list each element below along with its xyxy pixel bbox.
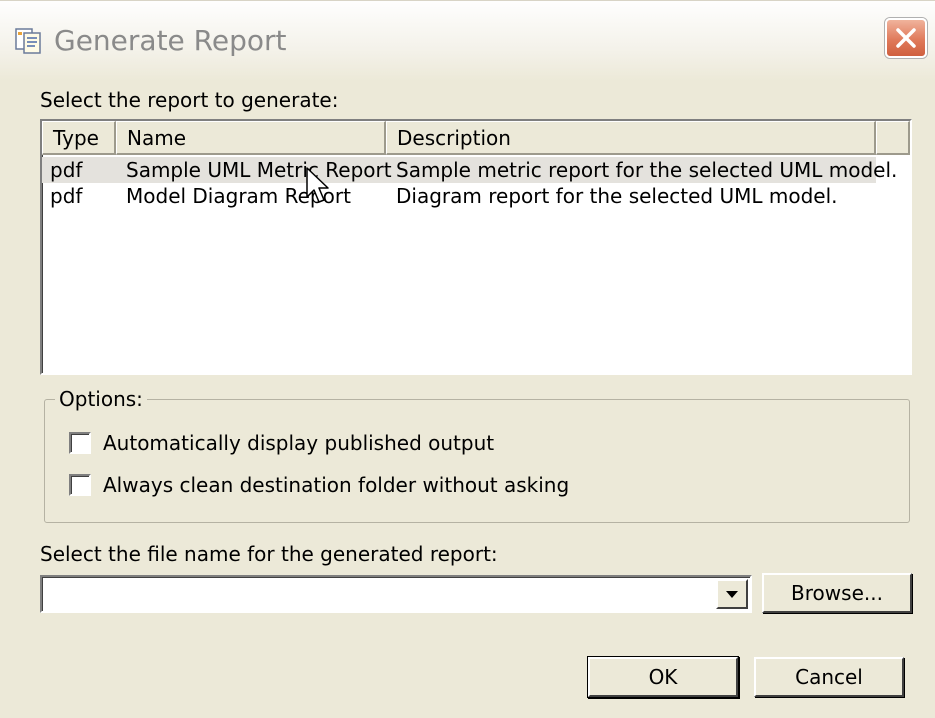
options-group: Options: Automatically display published…: [44, 386, 910, 523]
dialog-title: Generate Report: [54, 24, 287, 57]
file-name-label: Select the file name for the generated r…: [40, 542, 498, 566]
browse-button[interactable]: Browse...: [762, 573, 912, 613]
column-header-name[interactable]: Name: [116, 121, 386, 155]
file-name-combobox[interactable]: [40, 575, 752, 613]
close-icon: [896, 28, 916, 48]
close-button[interactable]: [885, 18, 927, 58]
column-header-filler: [876, 121, 910, 155]
report-type: pdf: [50, 158, 83, 182]
always-clean-label[interactable]: Always clean destination folder without …: [103, 472, 569, 498]
list-item[interactable]: pdf Sample UML Metric Report Sample metr…: [42, 157, 897, 183]
column-header-type[interactable]: Type: [42, 121, 116, 155]
list-item[interactable]: pdf Model Diagram Report Diagram report …: [42, 183, 876, 209]
ok-button[interactable]: OK: [588, 657, 738, 697]
file-name-input[interactable]: [46, 579, 706, 609]
report-type: pdf: [50, 184, 83, 208]
cancel-button[interactable]: Cancel: [754, 657, 904, 697]
generate-report-dialog: Generate Report Select the report to gen…: [0, 0, 935, 718]
report-description: Diagram report for the selected UML mode…: [396, 184, 838, 208]
title-bar[interactable]: Generate Report: [0, 1, 935, 81]
chevron-down-icon: [726, 591, 738, 598]
report-name: Sample UML Metric Report: [126, 158, 392, 182]
report-list[interactable]: Type Name Description pdf Sample UML Met…: [40, 119, 912, 375]
dropdown-button[interactable]: [716, 579, 748, 609]
always-clean-checkbox[interactable]: [69, 474, 91, 496]
auto-display-label[interactable]: Automatically display published output: [103, 430, 494, 456]
report-document-icon: [14, 25, 44, 55]
report-select-label: Select the report to generate:: [40, 88, 339, 112]
mouse-cursor-icon: [306, 167, 332, 211]
report-description: Sample metric report for the selected UM…: [396, 158, 898, 182]
list-header: Type Name Description: [42, 121, 910, 155]
auto-display-checkbox[interactable]: [69, 432, 91, 454]
column-header-description[interactable]: Description: [386, 121, 876, 155]
options-legend: Options:: [55, 386, 147, 412]
